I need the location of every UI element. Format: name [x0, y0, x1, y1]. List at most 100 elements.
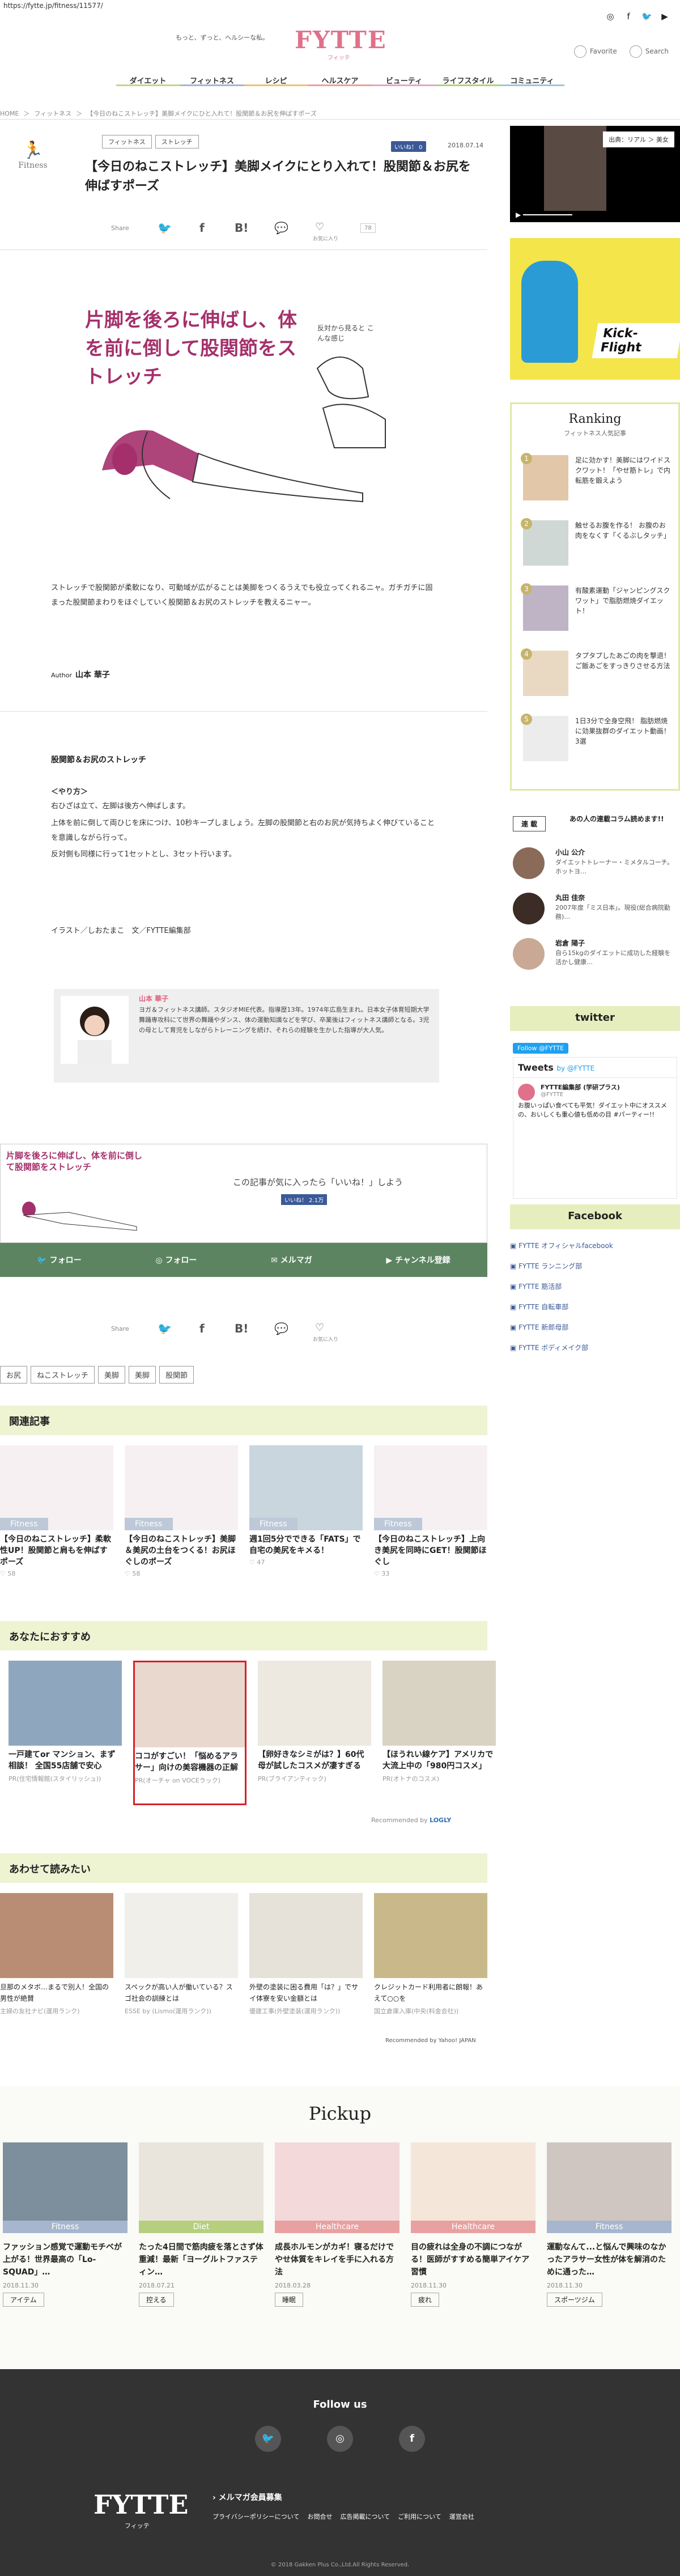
- footer-link[interactable]: 広告掲載について: [340, 2512, 390, 2521]
- ranking-item[interactable]: 3 有酸素運動「ジャンピングスクワット」で脂肪燃焼ダイエット！: [521, 583, 670, 642]
- facebook-icon[interactable]: f: [399, 2426, 425, 2452]
- fb-link[interactable]: ▣ FYTTE 新郎母部: [510, 1317, 680, 1338]
- also-read-card[interactable]: クレジットカード利用者に朗報！あえて○○を 国立倉庫入庫(中央(料金会社)): [374, 1893, 487, 2015]
- tag[interactable]: 股関節: [159, 1366, 194, 1384]
- nav-item[interactable]: ダイエット: [116, 69, 180, 86]
- nav-item[interactable]: コミュニティ: [500, 69, 564, 86]
- follow-youtube[interactable]: ▶ チャンネル登録: [386, 1254, 450, 1266]
- tag[interactable]: 美脚: [98, 1366, 126, 1384]
- pickup-card[interactable]: Healthcare 成長ホルモンがカギ！寝るだけでやせ体質をキレイを手に入れる方…: [275, 2142, 400, 2307]
- card-title: クレジットカード利用者に朗報！あえて○○を: [374, 1983, 483, 2002]
- card-title: 【ほうれい線ケア】アメリカで大流上中の「980円コスメ」: [382, 1750, 494, 1771]
- recommend-card[interactable]: 【卵好きなシミがは？】60代母が試したコスメが凄すぎる PR(ブライアンティック): [258, 1661, 371, 1783]
- url-bar[interactable]: https://fytte.jp/fitness/11577/: [0, 0, 680, 12]
- columnist[interactable]: 岩倉 陽子 自ら15kgのダイエットに成功した経験を活かし健康…: [513, 938, 677, 983]
- fb-like-button[interactable]: いいね！ 0: [391, 141, 426, 152]
- sidebar-ad[interactable]: Kick-Flight: [510, 238, 680, 380]
- footer-link[interactable]: プライバシーポリシーについて: [212, 2512, 299, 2521]
- footer-link[interactable]: お問合せ: [307, 2512, 332, 2521]
- ranking-item[interactable]: 2 触せるお腹を作る！ お腹のお肉をなくす「くるぶしタッチ」: [521, 518, 670, 577]
- like-box-button[interactable]: いいね！ 2.1万: [281, 1194, 328, 1205]
- facebook-icon[interactable]: f: [623, 11, 634, 22]
- footer-logo[interactable]: FYTTE: [94, 2489, 188, 2520]
- nav-item[interactable]: ライフスタイル: [436, 69, 500, 86]
- fb-link[interactable]: ▣ FYTTE ボディメイク部: [510, 1338, 680, 1358]
- instagram-icon[interactable]: ◎: [327, 2426, 353, 2452]
- site-logo[interactable]: FYTTE: [295, 26, 387, 54]
- twitter-icon[interactable]: 🐦: [158, 221, 172, 235]
- recommend-card[interactable]: 【ほうれい線ケア】アメリカで大流上中の「980円コスメ」 PR(オトナのコスメ): [382, 1661, 496, 1783]
- card-tag[interactable]: 控える: [139, 2293, 174, 2307]
- card-tag[interactable]: スポーツジム: [547, 2293, 602, 2307]
- instagram-icon[interactable]: ◎: [605, 11, 615, 22]
- also-read-card[interactable]: 旦那のメタボ…まるで別人！全国の男性が絶賛 主婦の友社ナビ(運用ランク): [0, 1893, 113, 2015]
- footer-link[interactable]: ご利用について: [398, 2512, 441, 2521]
- twitter-icon[interactable]: 🐦: [641, 11, 652, 22]
- twitter-icon[interactable]: 🐦: [158, 1322, 172, 1335]
- tag[interactable]: フィットネス: [102, 135, 152, 148]
- related-card[interactable]: Fitness 【今日のねこストレッチ】美脚＆美尻の土台をつくる！お尻ほぐしのポー…: [125, 1445, 238, 1577]
- footer-link[interactable]: 運営会社: [449, 2512, 474, 2521]
- recommend-card[interactable]: ココがすごい！「悩めるアラサー」向けの美容機器の正解 PR(オーチャ on VOC…: [133, 1661, 246, 1805]
- tag[interactable]: お尻: [0, 1366, 28, 1384]
- youtube-icon[interactable]: ▶: [660, 11, 670, 22]
- follow-twitter[interactable]: 🐦 フォロー: [37, 1254, 81, 1266]
- ranking-item[interactable]: 5 1日3分で全身空飛！ 脂肪燃焼に効果抜群のダイエット動画！3選: [521, 714, 670, 773]
- also-read-card[interactable]: スペックが高い人が働いている？スゴ社会の訓練とは ESSE by (Lismo(運…: [125, 1893, 238, 2015]
- mailmag-link[interactable]: › メルマガ会員募集: [212, 2492, 282, 2503]
- card-tag[interactable]: 睡眠: [275, 2293, 304, 2307]
- nav-item[interactable]: フィットネス: [180, 69, 244, 86]
- fb-link[interactable]: ▣ FYTTE オフィシャルfacebook: [510, 1236, 680, 1256]
- footer-logo-sub: フィッテ: [125, 2522, 150, 2530]
- follow-mailmag[interactable]: ✉ メルマガ: [271, 1254, 312, 1266]
- nav-item[interactable]: ビューティ: [372, 69, 436, 86]
- ranking-item[interactable]: 1 足に効かす！美脚にはワイドスクワット！「やせ筋トレ」で内転筋を鍛えよう: [521, 453, 670, 512]
- pickup-card[interactable]: Fitness 運動なんて...と悩んで興味のなかったアラサー女性が体を解消のため…: [547, 2142, 672, 2307]
- search-button[interactable]: Search: [629, 45, 669, 58]
- related-card[interactable]: Fitness 【今日のねこストレッチ】上向き美尻を同時にGET！股関節ほぐし ♡ …: [374, 1445, 487, 1577]
- pickup-card[interactable]: Diet たった4日間で筋肉疲を落とさず体重減！最新「ヨーグルトファスティン… 20…: [139, 2142, 264, 2307]
- nav-item[interactable]: ヘルスケア: [308, 69, 372, 86]
- twitter-timeline[interactable]: Tweets by @FYTTE FYTTE編集部 (学研プラス) @FYTTE…: [513, 1057, 677, 1199]
- play-icon[interactable]: ▶ ━━━━━━━━━━━━: [516, 211, 572, 219]
- profile-name[interactable]: 山本 華子: [139, 994, 168, 1003]
- hatena-icon[interactable]: B!: [235, 221, 248, 235]
- tag[interactable]: ストレッチ: [155, 135, 199, 148]
- recommend-card[interactable]: 一戸建てor マンション、まず相談！ 全国55店舗で安心 PR(住宅情報館(スタイ…: [8, 1661, 122, 1783]
- columnist[interactable]: 丸田 佳奈 2007年度「ミス日本」。現役(総合病院勤務)…: [513, 893, 677, 938]
- heart-icon[interactable]: ♡: [315, 221, 324, 233]
- follow-instagram[interactable]: ◎ フォロー: [155, 1254, 197, 1266]
- ranking-item[interactable]: 4 タプタプしたあごの肉を撃退！ ご飯あごをすっきりさせる方法: [521, 648, 670, 707]
- columnist[interactable]: 小山 公介 ダイエットトレーナー・ミメタルコーチ。ホットヨ…: [513, 847, 677, 893]
- card-tag[interactable]: 疲れ: [411, 2293, 440, 2307]
- author-name[interactable]: 山本 華子: [75, 670, 110, 680]
- also-read-card[interactable]: 外壁の塗装に困る費用「は？」でサイ体寮を安い金額とは 優建工事(外壁塗装(運用ラン…: [249, 1893, 363, 2015]
- tweets-user[interactable]: by @FYTTE: [556, 1064, 594, 1072]
- fb-link[interactable]: ▣ FYTTE 自転車部: [510, 1297, 680, 1317]
- hatena-icon[interactable]: B!: [235, 1322, 248, 1335]
- breadcrumb-home[interactable]: HOME: [0, 110, 19, 117]
- card-category: Healthcare: [411, 2221, 536, 2233]
- favorite-button[interactable]: Favorite: [573, 45, 617, 58]
- facebook-icon[interactable]: f: [199, 1322, 205, 1335]
- line-icon[interactable]: 💬: [274, 1322, 288, 1335]
- sidebar-video[interactable]: 出典：リアル ＞ 美女 ▶ ━━━━━━━━━━━━: [510, 126, 680, 222]
- tag[interactable]: 美脚: [129, 1366, 156, 1384]
- twitter-follow-button[interactable]: Follow @FYTTE: [513, 1043, 569, 1054]
- related-card[interactable]: Fitness 週1回5分でできる「FATS」で自宅の美尻をキメる！ ♡ 47: [249, 1445, 363, 1566]
- pickup-card[interactable]: Fitness ファッション感覚で運動モチベが上がる！世界最高の「Lo-SQUAD…: [3, 2142, 128, 2307]
- heart-icon[interactable]: ♡: [315, 1322, 324, 1334]
- related-card[interactable]: Fitness 【今日のねこストレッチ】柔軟性UP！股関節と肩もを伸ばすポーズ ♡ …: [0, 1445, 113, 1577]
- share-label: Share: [111, 224, 129, 232]
- tag[interactable]: ねこストレッチ: [31, 1366, 95, 1384]
- nav-item[interactable]: レシピ: [244, 69, 308, 86]
- facebook-icon[interactable]: f: [199, 221, 205, 235]
- pickup-card[interactable]: Healthcare 目の疲れは全身の不調につながる！医師がすすめる簡単アイケア習…: [411, 2142, 536, 2307]
- line-icon[interactable]: 💬: [274, 221, 288, 235]
- fb-link[interactable]: ▣ FYTTE ランニング部: [510, 1256, 680, 1276]
- fb-link[interactable]: ▣ FYTTE 筋活部: [510, 1276, 680, 1297]
- twitter-icon[interactable]: 🐦: [255, 2426, 281, 2452]
- card-tag[interactable]: アイテム: [3, 2293, 44, 2307]
- breadcrumb-category[interactable]: フィットネス: [34, 110, 71, 117]
- logly-logo[interactable]: LOGLY: [430, 1817, 451, 1824]
